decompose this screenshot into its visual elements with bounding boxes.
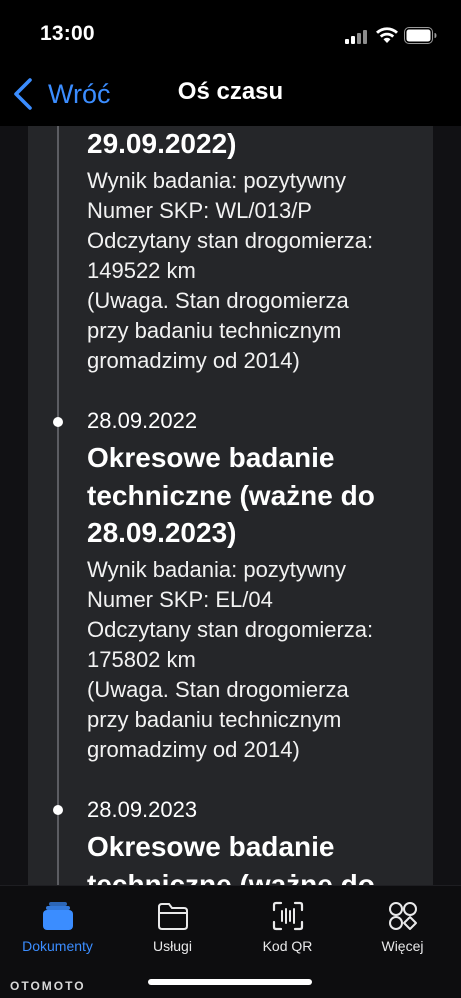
battery-icon [404, 27, 437, 44]
status-time: 13:00 [40, 22, 95, 45]
entry-detail-line: przy badaniu technicznym [87, 707, 342, 732]
wifi-icon [376, 27, 398, 43]
tab-label: Więcej [381, 938, 424, 954]
timeline-card: 29.09.2022) Wynik badania: pozytywny Num… [28, 126, 433, 885]
entry-date: 28.09.2022 [87, 408, 198, 433]
entry-title: Okresowe badanie [87, 442, 335, 473]
home-indicator [148, 979, 312, 985]
timeline-line [57, 126, 59, 885]
timeline-dot [53, 417, 63, 427]
entry-detail-line: Wynik badania: pozytywny [87, 168, 347, 193]
tab-label: Kod QR [262, 938, 313, 954]
documents-stack-icon [42, 902, 73, 930]
page-title: Oś czasu [177, 78, 284, 105]
entry-title: techniczne (ważne do [87, 869, 375, 885]
folder-icon [157, 903, 188, 930]
entry-detail-line: (Uwaga. Stan drogomierza [87, 677, 349, 702]
entry-detail-line: Wynik badania: pozytywny [87, 557, 347, 582]
entry-date: 28.09.2023 [87, 797, 198, 822]
tab-kod-qr[interactable]: Kod QR [230, 886, 345, 966]
entry-title: techniczne (ważne do [87, 480, 375, 511]
entry-detail-line: gromadzimy od 2014) [87, 737, 300, 762]
watermark-logo: OTOMOTO [10, 979, 86, 993]
tab-bar: Dokumenty Usługi Kod QR Więcej OTOMOTO [0, 885, 461, 998]
tab-dokumenty[interactable]: Dokumenty [0, 886, 115, 966]
timeline-scroll-area[interactable]: 29.09.2022) Wynik badania: pozytywny Num… [0, 126, 461, 885]
tab-label: Usługi [153, 938, 192, 954]
entry-detail-line: Numer SKP: WL/013/P [87, 198, 312, 223]
entry-detail-line: Numer SKP: EL/04 [87, 587, 273, 612]
entry-detail-line: 175802 km [87, 647, 196, 672]
more-grid-icon [388, 902, 417, 930]
entry-detail-line: 149522 km [87, 258, 196, 283]
navigation-bar: Wróć Oś czasu [0, 66, 461, 126]
tab-uslugi[interactable]: Usługi [115, 886, 230, 966]
qr-scan-icon [272, 901, 303, 931]
entry-title: 29.09.2022) [87, 128, 237, 159]
tab-label: Dokumenty [22, 938, 93, 954]
status-bar: 13:00 [0, 0, 461, 66]
entry-detail-line: gromadzimy od 2014) [87, 348, 300, 373]
entry-title: Okresowe badanie [87, 831, 335, 862]
entry-detail-line: Odczytany stan drogomierza: [87, 228, 374, 253]
entry-detail-line: przy badaniu technicznym [87, 318, 342, 343]
cellular-signal-icon [345, 30, 371, 44]
entry-detail-line: (Uwaga. Stan drogomierza [87, 288, 349, 313]
entry-detail-line: Odczytany stan drogomierza: [87, 617, 374, 642]
tab-wiecej[interactable]: Więcej [345, 886, 460, 966]
entry-title: 28.09.2023) [87, 517, 237, 548]
timeline-dot [53, 805, 63, 815]
